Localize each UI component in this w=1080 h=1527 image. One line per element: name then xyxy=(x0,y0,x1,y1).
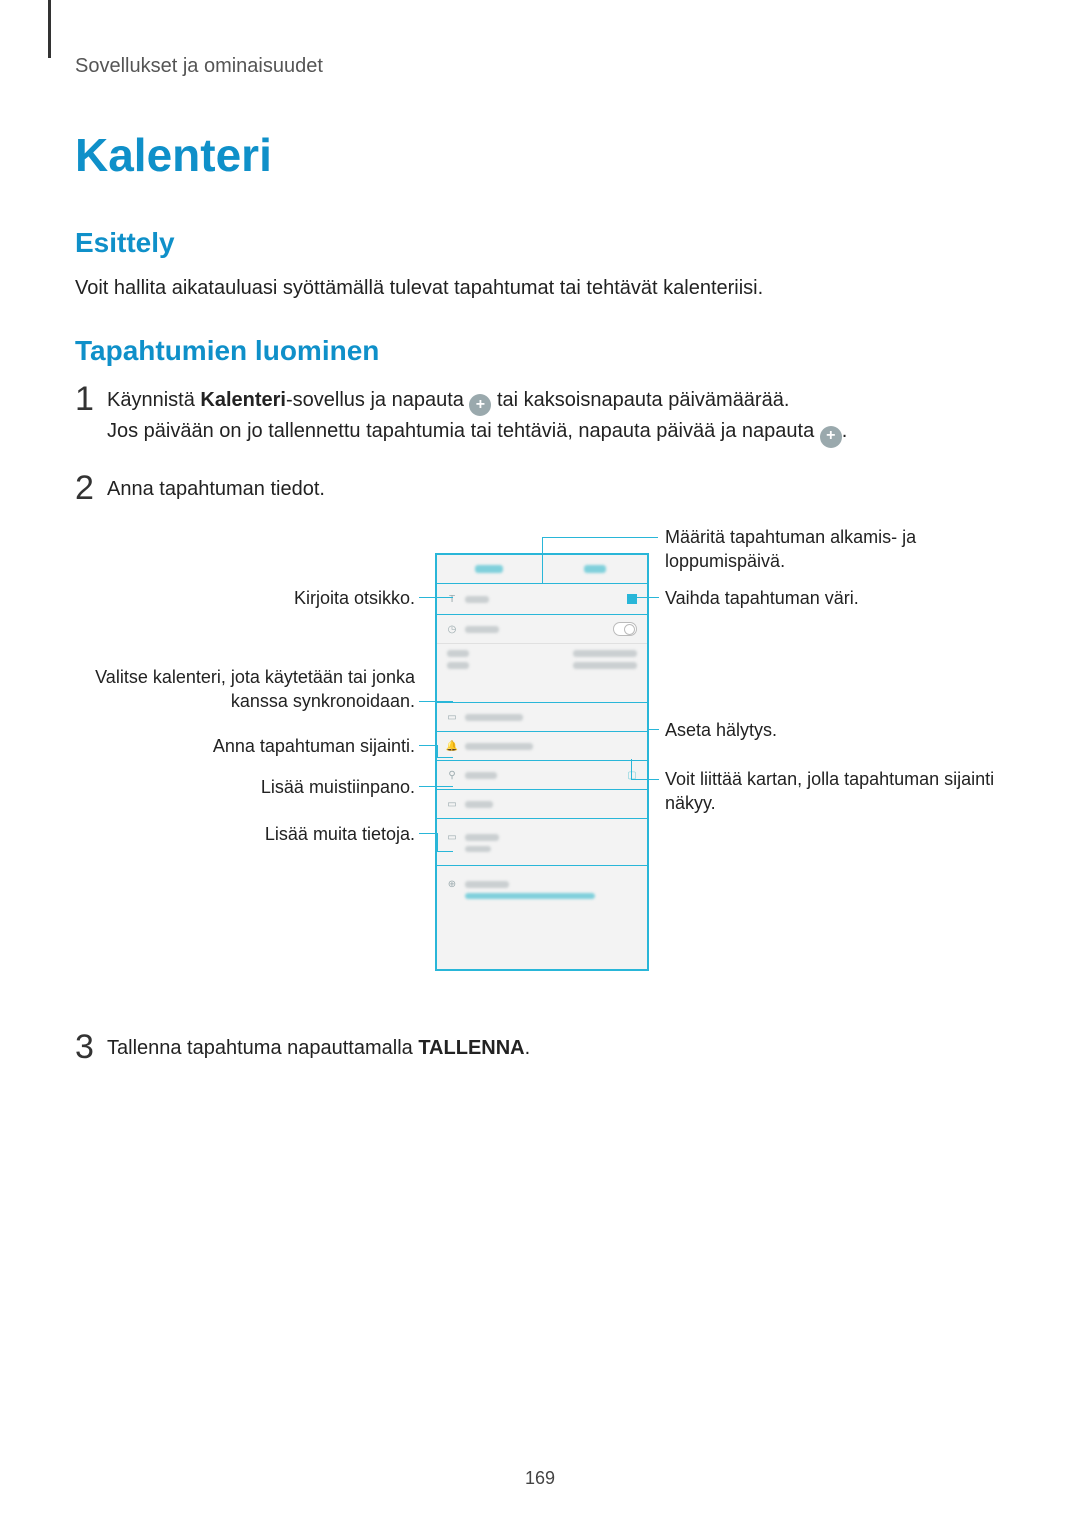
lead-line-v xyxy=(437,833,438,851)
clock-icon: ◷ xyxy=(447,624,457,634)
repeat-icon: ▭ xyxy=(447,832,457,842)
lead-line xyxy=(437,851,453,852)
lead-line xyxy=(419,786,453,787)
lead-line xyxy=(419,833,437,834)
plus-icon: + xyxy=(820,426,842,448)
blurred-label xyxy=(447,662,469,669)
save-label-bold: TALLENNA xyxy=(418,1037,524,1059)
color-swatch xyxy=(627,594,637,604)
lead-line xyxy=(542,537,658,538)
step-body: Anna tapahtuman tiedot. xyxy=(107,470,325,505)
blurred-label xyxy=(465,743,533,750)
note-icon: ▭ xyxy=(447,799,457,809)
calendar-row: ▭ xyxy=(437,703,647,732)
plus-small-icon: ⊕ xyxy=(447,879,457,889)
app-name-bold: Kalenteri xyxy=(200,389,286,411)
step-number: 2 xyxy=(75,470,107,507)
step-body: Tallenna tapahtuma napauttamalla TALLENN… xyxy=(107,1029,530,1064)
text-icon: T xyxy=(447,594,457,604)
blurred-label xyxy=(447,650,469,657)
text: . xyxy=(842,420,848,442)
blurred-label xyxy=(465,772,497,779)
side-rule xyxy=(48,0,51,58)
pin-icon: ⚲ xyxy=(447,770,457,780)
step-1: 1 Käynnistä Kalenteri-sovellus ja napaut… xyxy=(75,381,1005,448)
allday-toggle xyxy=(613,622,637,636)
breadcrumb: Sovellukset ja ominaisuudet xyxy=(75,55,1005,78)
callout-dates: Määritä tapahtuman alkamis- ja loppumisp… xyxy=(665,525,1015,574)
phone-top-right xyxy=(543,555,648,583)
step-body: Käynnistä Kalenteri-sovellus ja napauta … xyxy=(107,381,847,448)
callout-location: Anna tapahtuman sijainti. xyxy=(75,734,415,758)
blurred-label xyxy=(465,714,523,721)
lead-line-v xyxy=(437,745,438,757)
section-heading-intro: Esittely xyxy=(75,227,1005,259)
blurred-label xyxy=(465,596,489,603)
lead-line xyxy=(419,701,453,702)
allday-row: ◷ xyxy=(437,615,647,644)
bell-icon: 🔔 xyxy=(447,741,457,751)
blurred-label xyxy=(584,565,606,573)
dates-row xyxy=(437,644,647,703)
text: Jos päivään on jo tallennettu tapahtumia… xyxy=(107,420,820,442)
plus-icon: + xyxy=(469,394,491,416)
page-title: Kalenteri xyxy=(75,128,1005,182)
lead-line xyxy=(637,597,659,598)
callout-alarm: Aseta hälytys. xyxy=(665,718,1015,742)
step-2: 2 Anna tapahtuman tiedot. xyxy=(75,470,1005,507)
step-number: 1 xyxy=(75,381,107,418)
blurred-label xyxy=(465,834,499,841)
blurred-label xyxy=(465,626,499,633)
phone-mock: T ◷ xyxy=(435,553,649,971)
text: . xyxy=(525,1037,531,1059)
blurred-label xyxy=(475,565,503,573)
lead-line-v xyxy=(631,759,632,779)
more-row: ⊕ xyxy=(437,866,647,912)
text: -sovellus ja napauta xyxy=(286,389,469,411)
lead-line xyxy=(437,757,453,758)
lead-line xyxy=(419,745,437,746)
callout-more: Lisää muita tietoja. xyxy=(75,822,415,846)
callout-title: Kirjoita otsikko. xyxy=(75,586,415,610)
blurred-label xyxy=(465,881,509,888)
callout-memo: Lisää muistiinpano. xyxy=(75,775,415,799)
step-number: 3 xyxy=(75,1029,107,1066)
lead-line-v xyxy=(542,537,543,553)
repeat-row: ▭ xyxy=(437,819,647,866)
lead-line xyxy=(419,597,453,598)
text: tai kaksoisnapauta päivämäärää. xyxy=(491,389,789,411)
alarm-row: 🔔 xyxy=(437,732,647,761)
page-number: 169 xyxy=(0,1468,1080,1489)
callout-color: Vaihda tapahtuman väri. xyxy=(665,586,1015,610)
intro-paragraph: Voit hallita aikatauluasi syöttämällä tu… xyxy=(75,273,1005,303)
event-editor-diagram: T ◷ xyxy=(75,529,1005,999)
blurred-label xyxy=(465,801,493,808)
section-heading-create: Tapahtumien luominen xyxy=(75,335,1005,367)
location-row: ⚲ ▢ xyxy=(437,761,647,790)
blurred-label xyxy=(465,846,491,852)
step-3: 3 Tallenna tapahtuma napauttamalla TALLE… xyxy=(75,1029,1005,1066)
blurred-label xyxy=(465,893,595,899)
text: Tallenna tapahtuma napauttamalla xyxy=(107,1037,418,1059)
text: Käynnistä xyxy=(107,389,200,411)
blurred-label xyxy=(573,650,637,657)
callout-map: Voit liittää kartan, jolla tapahtuman si… xyxy=(665,767,1015,816)
title-row: T xyxy=(437,584,647,615)
page: Sovellukset ja ominaisuudet Kalenteri Es… xyxy=(0,0,1080,1527)
memo-row: ▭ xyxy=(437,790,647,819)
blurred-label xyxy=(573,662,637,669)
calendar-icon: ▭ xyxy=(447,712,457,722)
phone-top-bar xyxy=(437,555,647,584)
lead-line xyxy=(649,729,659,730)
lead-line xyxy=(631,779,659,780)
callout-calendar: Valitse kalenteri, jota käytetään tai jo… xyxy=(75,665,415,714)
phone-top-left xyxy=(437,555,543,583)
